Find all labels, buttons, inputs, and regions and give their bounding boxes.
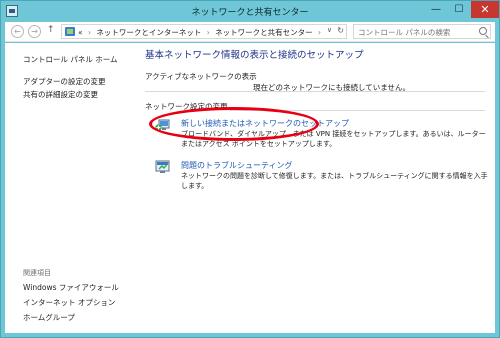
breadcrumb-separator[interactable]: › [318,28,321,37]
troubleshoot-icon [155,160,171,174]
breadcrumb-sharing-center[interactable]: ネットワークと共有センター [215,28,313,37]
up-arrow-icon[interactable]: ↑ [47,25,55,35]
chevron-down-icon[interactable]: ∨ [327,26,332,34]
breadcrumb: « › ネットワークとインターネット › ネットワークと共有センター › [78,27,324,38]
breadcrumb-overflow[interactable]: « [78,28,83,37]
page-title: 基本ネットワーク情報の表示と接続のセットアップ [145,50,364,61]
troubleshoot-description: ネットワークの問題を診断して修復します。または、トラブルシューティングに関する情… [181,172,488,190]
breadcrumb-separator[interactable]: › [88,28,91,37]
title-bar[interactable]: ネットワークと共有センター — ☐ ✕ [1,1,499,21]
troubleshoot-link[interactable]: 問題のトラブルシューティング [181,160,293,171]
breadcrumb-separator[interactable]: › [207,28,210,37]
active-networks-label: アクティブなネットワークの表示 [145,72,257,81]
new-connection-description: ブロードバンド、ダイヤルアップ、または VPN 接続をセットアップします。あるい… [181,130,486,148]
navigation-bar: ← → ↑ « › ネットワークとインターネット › ネットワークと共有センター… [5,22,495,42]
search-icon[interactable] [479,27,487,35]
homegroup-link[interactable]: ホームグループ [23,312,75,323]
back-arrow-icon[interactable]: ← [11,25,24,38]
control-panel-icon [65,27,75,36]
forward-arrow-icon[interactable]: → [28,25,41,38]
related-heading: 関連項目 [23,269,51,277]
main-pane: 基本ネットワーク情報の表示と接続のセットアップ アクティブなネットワークの表示 … [135,43,495,333]
left-pane: コントロール パネル ホーム アダプターの設定の変更 共有の詳細設定の変更 関連… [5,43,135,333]
search-input[interactable] [358,26,476,38]
window: ネットワークと共有センター — ☐ ✕ ← → ↑ « › ネットワークとインタ… [0,0,500,338]
new-connection-icon [155,118,171,132]
internet-options-link[interactable]: インターネット オプション [23,297,115,308]
close-button[interactable]: ✕ [471,1,499,18]
change-settings-label: ネットワーク設定の変更 [145,102,228,111]
search-box[interactable] [353,24,491,39]
breadcrumb-network-internet[interactable]: ネットワークとインターネット [96,28,201,37]
refresh-icon[interactable]: ↻ [337,26,344,35]
new-connection-link[interactable]: 新しい接続またはネットワークのセットアップ [181,118,349,129]
change-adapter-settings-link[interactable]: アダプターの設定の変更 [23,76,106,87]
advanced-sharing-settings-link[interactable]: 共有の詳細設定の変更 [23,89,98,100]
control-panel-home-link[interactable]: コントロール パネル ホーム [23,54,118,65]
divider [230,110,485,111]
connection-status: 現在どのネットワークにも接続していません。 [253,83,411,92]
minimize-button[interactable]: — [425,1,447,18]
content-area: コントロール パネル ホーム アダプターの設定の変更 共有の詳細設定の変更 関連… [5,43,495,333]
address-bar[interactable]: « › ネットワークとインターネット › ネットワークと共有センター › ∨ ↻ [61,24,347,39]
maximize-button[interactable]: ☐ [448,1,470,18]
windows-firewall-link[interactable]: Windows ファイアウォール [23,282,119,293]
